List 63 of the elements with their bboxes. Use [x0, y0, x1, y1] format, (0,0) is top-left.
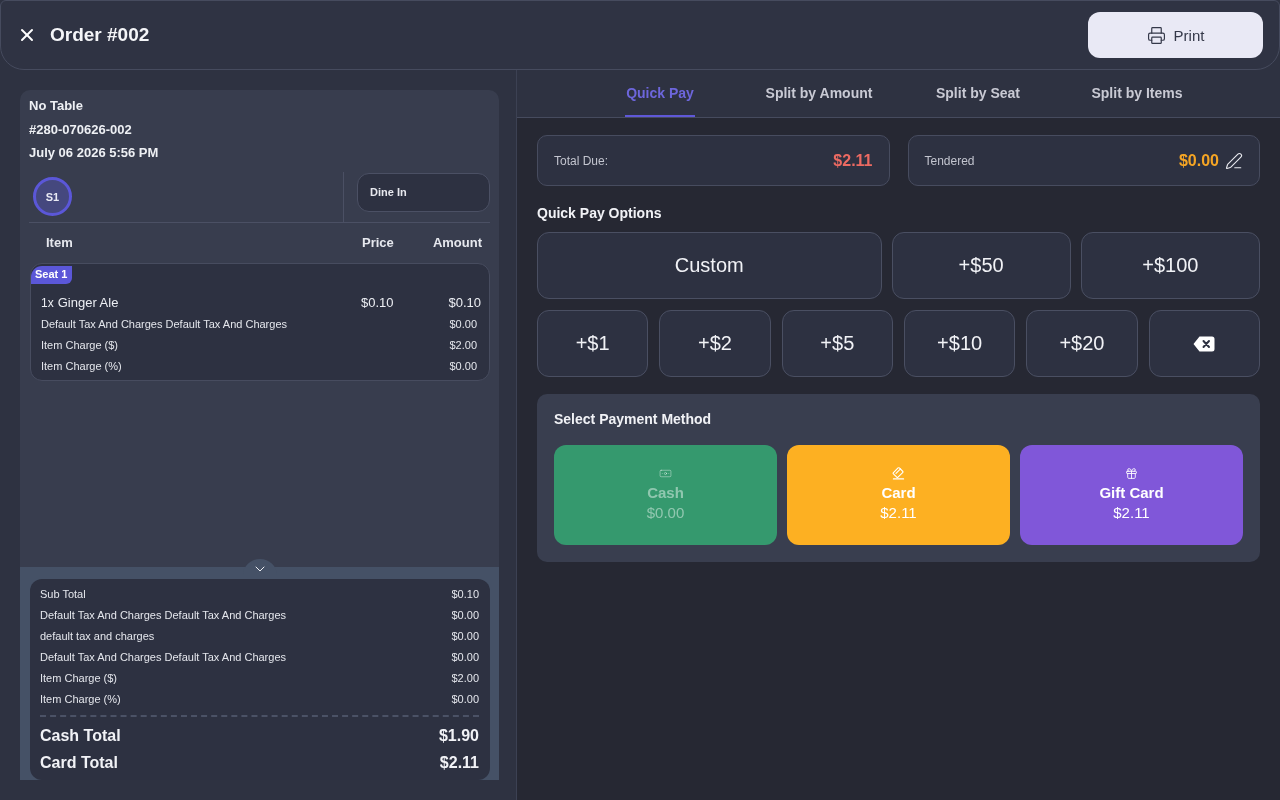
- column-header: Item: [46, 235, 73, 250]
- quick-amount-button[interactable]: +$20: [1026, 310, 1138, 377]
- section-title: Select Payment Method: [554, 410, 712, 429]
- summary-label: default tax and charges: [40, 629, 155, 642]
- summary-label: Item Charge (%): [40, 692, 121, 705]
- charge-amount: $0.00: [449, 318, 477, 330]
- summary-label: Item Charge ($): [40, 671, 118, 684]
- quick-amount-button[interactable]: +$50: [891, 232, 1071, 299]
- summary-amount: $0.00: [451, 629, 479, 642]
- summary-amount: $0.10: [451, 587, 479, 600]
- payment-method-button[interactable]: Gift Card $2.11: [1020, 445, 1243, 545]
- charge-label: Item Charge ($): [41, 339, 119, 351]
- summary-label: Default Tax And Charges Default Tax And Charges: [40, 608, 287, 621]
- custom-amount-button[interactable]: Custom: [537, 232, 882, 299]
- total-due-label: Total Due:: [554, 153, 609, 168]
- tendered-amount: $0.00: [1178, 151, 1219, 170]
- column-header: Price: [362, 235, 394, 250]
- order-title: Order #002: [50, 24, 150, 46]
- quick-amount-button[interactable]: +$5: [781, 310, 893, 377]
- total-label: Cash Total: [40, 726, 121, 745]
- summary-amount: $0.00: [451, 608, 479, 621]
- tendered-label: Tendered: [924, 153, 975, 168]
- item-amount: $0.10: [448, 295, 481, 310]
- payment-tab[interactable]: Split by Amount: [739, 70, 899, 117]
- charge-amount: $2.00: [449, 339, 477, 351]
- charge-amount: $0.00: [449, 360, 477, 372]
- payment-tab[interactable]: Split by Seat: [898, 70, 1058, 117]
- summary-amount: $2.00: [451, 671, 479, 684]
- seat-badge: Seat 1: [31, 265, 73, 284]
- summary-label: Sub Total: [40, 587, 86, 600]
- order-number: #280-070626-002: [29, 120, 132, 139]
- quick-amount-button[interactable]: +$10: [904, 310, 1016, 377]
- item-quantity: 1x: [41, 296, 54, 310]
- card-icon: [892, 467, 905, 480]
- summary-amount: $0.00: [451, 650, 479, 663]
- quick-amount-button[interactable]: +$1: [537, 310, 649, 377]
- seat-chip[interactable]: S1: [33, 177, 72, 216]
- column-header: Amount: [432, 235, 482, 250]
- quick-amount-button[interactable]: +$100: [1080, 232, 1260, 299]
- charge-label: Default Tax And Charges Default Tax And Charges: [41, 318, 288, 330]
- summary-label: Default Tax And Charges Default Tax And Charges: [40, 650, 287, 663]
- total-amount: $2.11: [439, 753, 479, 772]
- gift-icon: [1125, 467, 1138, 480]
- pencil-icon: [1225, 151, 1243, 170]
- table-label: No Table: [29, 97, 83, 115]
- backspace-icon: [1193, 335, 1216, 352]
- section-title: Quick Pay Options: [537, 204, 662, 223]
- banknote-icon: [659, 467, 672, 480]
- order-type-field[interactable]: Dine In: [357, 172, 490, 212]
- printer-icon: [1146, 25, 1166, 45]
- payment-tab[interactable]: Split by Items: [1057, 70, 1217, 117]
- total-due-amount: $2.11: [833, 151, 873, 170]
- total-label: Card Total: [40, 753, 118, 772]
- quick-amount-button[interactable]: +$2: [659, 310, 771, 377]
- edit-button[interactable]: [1225, 151, 1243, 170]
- print-button[interactable]: Print: [1088, 12, 1263, 58]
- total-amount: $1.90: [438, 726, 479, 745]
- summary-amount: $0.00: [451, 692, 479, 705]
- item-name: Ginger Ale: [57, 295, 119, 310]
- order-datetime: July 06 2026 5:56 PM: [29, 144, 159, 162]
- charge-label: Item Charge (%): [41, 360, 122, 372]
- backspace-button[interactable]: [1148, 310, 1260, 377]
- item-price: $0.10: [361, 295, 394, 310]
